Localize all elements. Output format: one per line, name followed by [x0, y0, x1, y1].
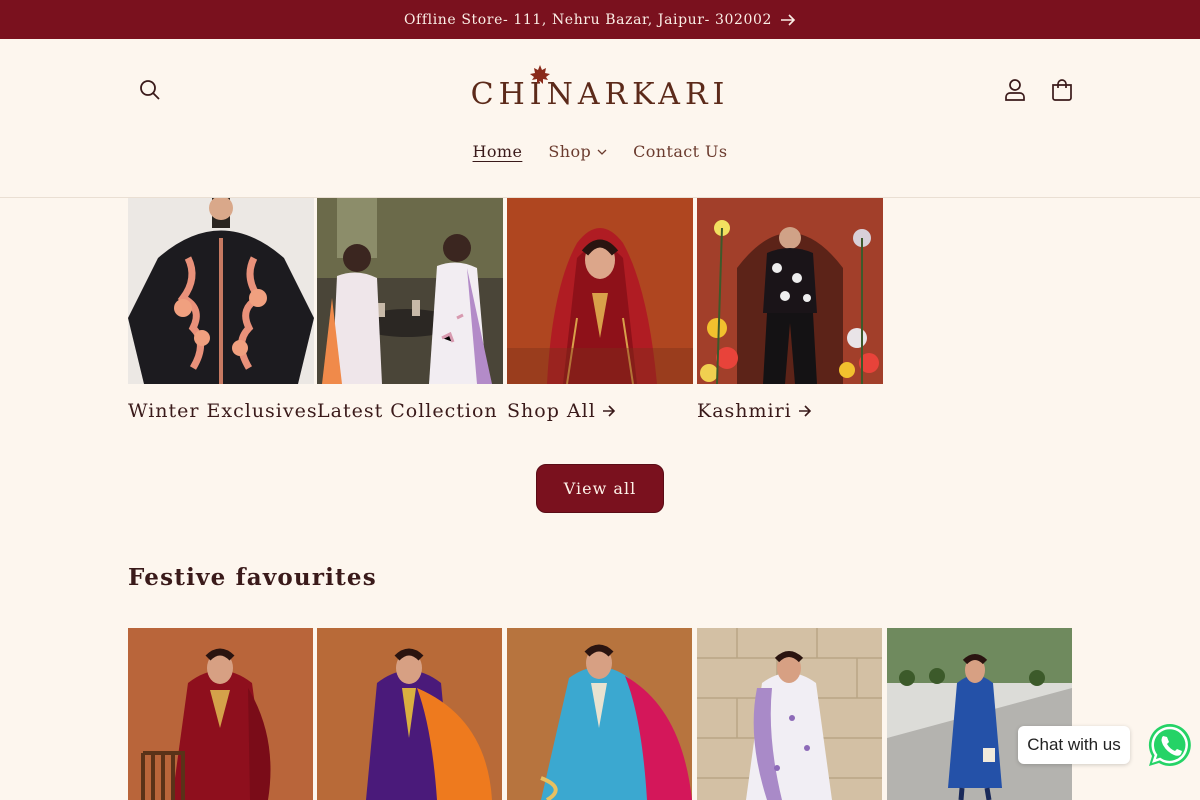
- collection-image-latest[interactable]: [317, 198, 503, 384]
- product-card[interactable]: [128, 628, 313, 800]
- section-title: Festive favourites: [128, 564, 377, 591]
- collection-image-winter[interactable]: [128, 198, 314, 384]
- search-icon: [140, 80, 160, 100]
- collection-title-latest[interactable]: Latest Collection: [317, 400, 503, 422]
- collection-label: Latest Collection: [317, 400, 498, 422]
- collection-label: Shop All: [507, 400, 596, 422]
- collection-title-kashmiri[interactable]: Kashmiri: [697, 400, 883, 422]
- brand-logo[interactable]: CHINARKARI: [471, 65, 724, 113]
- chevron-down-icon: [597, 149, 607, 155]
- collection-card-kashmiri[interactable]: Kashmiri: [697, 198, 883, 422]
- nav-shop[interactable]: Shop: [548, 142, 607, 161]
- site-header: CHINARKARI Home Shop Contact Us: [0, 39, 1200, 198]
- brand-name: CHINARKARI: [470, 77, 730, 112]
- arrow-right-icon: [781, 13, 796, 26]
- maple-leaf-icon: [530, 65, 550, 84]
- arrow-right-icon: [602, 405, 615, 417]
- product-card[interactable]: [317, 628, 502, 800]
- nav-contact-label: Contact Us: [633, 142, 728, 161]
- product-card[interactable]: [507, 628, 692, 800]
- collection-card-shop-all[interactable]: Shop All: [507, 198, 693, 422]
- collection-image-kashmiri[interactable]: [697, 198, 883, 384]
- arrow-right-icon: [798, 405, 811, 417]
- collection-card-latest[interactable]: Latest Collection: [317, 198, 503, 422]
- view-all-button[interactable]: View all: [536, 464, 664, 513]
- account-button[interactable]: [999, 74, 1031, 106]
- nav-home[interactable]: Home: [473, 142, 523, 161]
- nav-contact[interactable]: Contact Us: [633, 142, 727, 161]
- cart-button[interactable]: [1046, 74, 1078, 106]
- whatsapp-icon: [1148, 723, 1191, 766]
- user-icon: [1005, 79, 1025, 101]
- product-card[interactable]: [697, 628, 882, 800]
- product-grid: [128, 628, 1072, 800]
- collection-title-winter[interactable]: Winter Exclusives: [128, 400, 317, 422]
- collection-image-shop-all[interactable]: [507, 198, 693, 384]
- search-button[interactable]: [134, 74, 166, 106]
- nav-shop-label: Shop: [548, 142, 592, 161]
- main-nav: Home Shop Contact Us: [0, 142, 1200, 161]
- announcement-bar[interactable]: Offline Store- 111, Nehru Bazar, Jaipur-…: [0, 0, 1200, 39]
- collection-label: Kashmiri: [697, 400, 792, 422]
- product-card[interactable]: [887, 628, 1072, 800]
- collection-label: Winter Exclusives: [128, 400, 318, 422]
- collection-card-winter[interactable]: Winter Exclusives: [128, 198, 317, 422]
- collection-list: Winter Exclusives Latest Collection Shop…: [128, 198, 888, 438]
- chat-with-us-bubble[interactable]: Chat with us: [1018, 726, 1130, 764]
- nav-home-label: Home: [472, 142, 523, 161]
- whatsapp-button[interactable]: [1146, 721, 1194, 769]
- collection-title-shop-all[interactable]: Shop All: [507, 400, 693, 422]
- announcement-text: Offline Store- 111, Nehru Bazar, Jaipur-…: [403, 11, 773, 28]
- bag-icon: [1052, 79, 1072, 101]
